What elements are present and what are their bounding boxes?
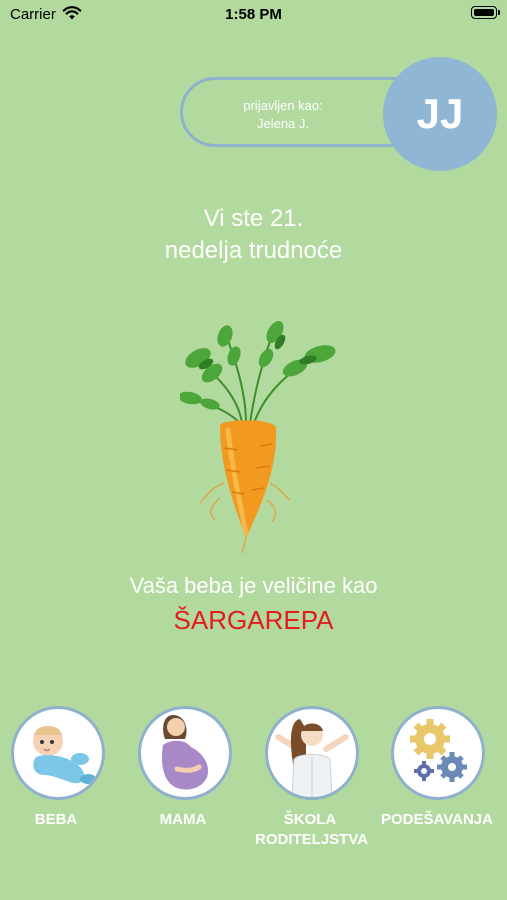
week-line-2: nedelja trudnoće — [164, 237, 343, 264]
battery-icon — [471, 6, 500, 19]
nav-label-skola-roditeljstva: ŠKOLA RODITELJSTVA — [255, 810, 369, 850]
user-name: Jelena J. — [256, 116, 310, 131]
logged-in-as-label: prijavljen kao: — [243, 98, 323, 113]
nav-label-mama: MAMA — [159, 811, 207, 828]
nav-label-line-2: RODITELJSTVA — [255, 831, 369, 848]
fruit-name: ŠARGAREPA — [173, 605, 334, 635]
pregnancy-week: Vi ste 21. nedelja trudnoće — [0, 203, 507, 267]
status-bar: Carrier 1:58 PM — [0, 0, 507, 30]
nav-label-podesavanja: PODEŠAVANJA — [381, 811, 493, 828]
size-caption: Vaša beba je veličine kao — [129, 573, 378, 598]
clock: 1:58 PM — [225, 6, 282, 23]
pregnant-mother-icon — [138, 706, 232, 800]
carrot-illustration — [180, 321, 336, 554]
login-info: prijavljen kao: Jelena J. — [183, 97, 383, 133]
avatar[interactable]: JJ — [383, 57, 497, 171]
nav-label-beba: BEBA — [34, 811, 78, 828]
baby-icon — [11, 706, 105, 800]
gears-icon — [391, 706, 485, 800]
parenting-school-icon — [265, 706, 359, 800]
nav-label-line-1: ŠKOLA — [283, 811, 337, 828]
week-line-1: Vi ste 21. — [203, 205, 304, 232]
